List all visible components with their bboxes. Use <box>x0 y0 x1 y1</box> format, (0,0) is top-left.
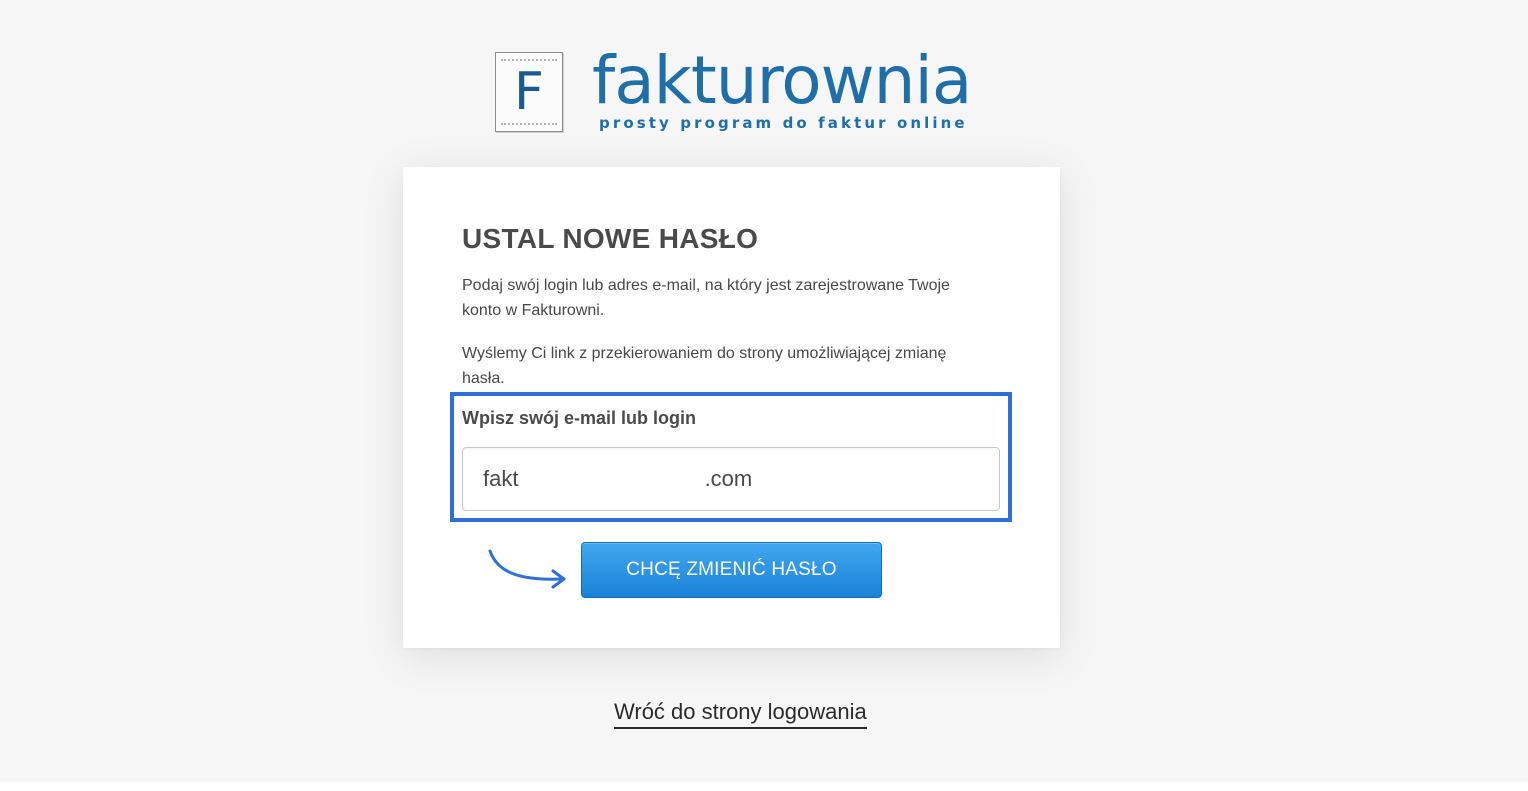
brand-tagline: prosty program do faktur online <box>599 114 968 132</box>
curved-arrow-right-icon <box>488 549 566 589</box>
page: F fakturownia prosty program do faktur o… <box>0 0 1528 782</box>
logo-dots-bottom <box>501 123 557 125</box>
back-to-login-link[interactable]: Wróć do strony logowania <box>614 699 867 729</box>
logo-letter: F <box>514 62 544 122</box>
brand-name: fakturownia <box>592 42 972 119</box>
page-title: USTAL NOWE HASŁO <box>462 223 759 254</box>
info-text: Wyślemy Ci link z przekierowaniem do str… <box>462 345 947 387</box>
email-or-login-input[interactable] <box>462 447 1000 511</box>
email-field-label: Wpisz swój e-mail lub login <box>462 408 697 428</box>
description-text: Podaj swój login lub adres e-mail, na kt… <box>462 277 950 319</box>
logo-mark: F <box>495 52 563 132</box>
reset-password-card: USTAL NOWE HASŁO Podaj swój login lub ad… <box>403 167 1060 648</box>
change-password-button[interactable]: CHCĘ ZMIENIĆ HASŁO <box>581 542 882 598</box>
